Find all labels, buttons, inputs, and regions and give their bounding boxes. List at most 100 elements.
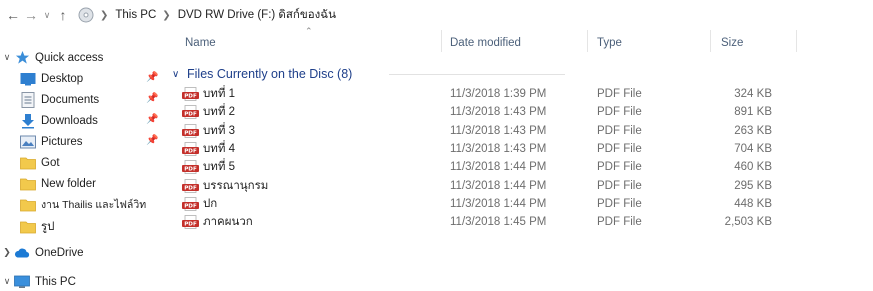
column-header-size[interactable]: Size (721, 29, 743, 57)
file-date-modified: 11/3/2018 1:43 PM (450, 143, 547, 156)
file-row[interactable]: PDF บทที่ 4 11/3/2018 1:43 PM PDF File 704 K… (182, 140, 802, 158)
breadcrumb-this-pc[interactable]: This PC (115, 9, 156, 21)
file-name: บทที่ 3 (203, 124, 236, 137)
file-size: 891 KB (734, 106, 772, 119)
column-divider[interactable] (710, 30, 711, 52)
nav-pictures[interactable]: Pictures 📌 (20, 131, 158, 152)
nav-quick-access[interactable]: ∨ Quick access (0, 47, 103, 68)
file-name-cell[interactable]: PDF บทที่ 3 (182, 122, 235, 140)
column-header-date[interactable]: Date modified (450, 29, 521, 57)
expand-chevron-icon[interactable]: ∨ (0, 276, 14, 287)
svg-text:PDF: PDF (184, 130, 197, 136)
file-name-cell[interactable]: PDF บทที่ 1 (182, 85, 235, 103)
folder-icon (20, 219, 36, 235)
file-name-cell[interactable]: PDF บทที่ 5 (182, 158, 235, 176)
file-row[interactable]: PDF บทที่ 3 11/3/2018 1:43 PM PDF File 263 K… (182, 122, 802, 140)
file-row[interactable]: PDF บทที่ 5 11/3/2018 1:44 PM PDF File 460 K… (182, 158, 802, 176)
folder-icon (20, 176, 36, 192)
file-size: 448 KB (734, 198, 772, 211)
file-size: 2,503 KB (724, 216, 772, 229)
onedrive-icon (14, 245, 30, 261)
nav-item-label: Downloads (41, 114, 98, 127)
file-date-modified: 11/3/2018 1:43 PM (450, 124, 547, 137)
column-divider[interactable] (587, 30, 588, 52)
up-arrow-icon[interactable]: ↑ (54, 5, 72, 25)
pdf-file-icon: PDF (182, 160, 199, 175)
column-divider[interactable] (441, 30, 442, 52)
nav-folder-picture-th[interactable]: รูป (20, 216, 54, 237)
file-name: บทที่ 4 (203, 143, 236, 156)
pdf-file-icon: PDF (182, 215, 199, 230)
pdf-file-icon: PDF (182, 197, 199, 211)
file-type: PDF File (597, 179, 642, 192)
file-type: PDF File (597, 198, 642, 211)
file-type: PDF File (597, 143, 642, 156)
file-name-cell[interactable]: PDF บทที่ 4 (182, 140, 235, 158)
nav-item-label: Quick access (35, 51, 104, 64)
nav-onedrive[interactable]: ❯ OneDrive (0, 242, 83, 263)
downloads-icon (20, 113, 36, 129)
nav-folder-new-folder[interactable]: New folder (20, 173, 96, 194)
group-collapse-chevron-icon[interactable]: ∨ (172, 69, 186, 80)
documents-icon (20, 91, 36, 108)
group-divider (389, 74, 565, 75)
group-header[interactable]: ∨ Files Currently on the Disc (8) (172, 64, 565, 84)
file-size: 704 KB (734, 143, 772, 156)
file-type: PDF File (597, 161, 642, 174)
file-type: PDF File (597, 106, 642, 119)
file-name-cell[interactable]: PDF บทที่ 2 (182, 103, 235, 121)
sort-caret-icon: ⌃ (305, 26, 313, 36)
collapse-chevron-icon[interactable]: ❯ (0, 247, 14, 258)
breadcrumb-dvd-drive[interactable]: DVD RW Drive (F:) ดิสก์ของฉัน (178, 6, 336, 24)
file-name: ปก (203, 198, 218, 211)
file-date-modified: 11/3/2018 1:43 PM (450, 106, 547, 119)
pdf-file-icon: PDF (182, 142, 199, 156)
file-date-modified: 11/3/2018 1:39 PM (450, 88, 547, 100)
file-type: PDF File (597, 216, 642, 229)
file-name-cell[interactable]: PDF ภาคผนวก (182, 213, 253, 231)
column-divider[interactable] (796, 30, 797, 52)
nav-desktop[interactable]: Desktop 📌 (20, 68, 158, 89)
nav-folder-got[interactable]: Got (20, 152, 60, 173)
forward-arrow-icon[interactable]: → (22, 5, 40, 25)
file-date-modified: 11/3/2018 1:44 PM (450, 161, 547, 174)
file-row[interactable]: PDF ปก 11/3/2018 1:44 PM PDF File 448 KB (182, 195, 802, 213)
svg-text:PDF: PDF (184, 149, 197, 155)
file-name: บทที่ 5 (203, 161, 236, 174)
nav-downloads[interactable]: Downloads 📌 (20, 110, 158, 131)
nav-documents[interactable]: Documents 📌 (20, 89, 158, 110)
nav-this-pc[interactable]: ∨ This PC (0, 271, 76, 291)
nav-item-label: Pictures (41, 135, 83, 148)
folder-icon (20, 197, 36, 213)
pin-icon: 📌 (146, 72, 159, 83)
pdf-file-icon: PDF (182, 87, 199, 101)
pin-icon: 📌 (146, 93, 159, 104)
file-size: 295 KB (734, 179, 772, 192)
star-icon (14, 50, 30, 66)
pin-icon: 📌 (146, 135, 159, 146)
address-bar: ← → ∨ ↑ ❯ This PC ❯ DVD RW Drive (F:) ดิ… (0, 0, 873, 30)
column-header-name[interactable]: Name (185, 29, 216, 57)
dvd-drive-icon (78, 7, 94, 23)
file-row[interactable]: PDF บทที่ 2 11/3/2018 1:43 PM PDF File 891 K… (182, 103, 802, 121)
nav-folder-thailis[interactable]: งาน Thailis และไฟล์วิท (20, 194, 146, 215)
group-title: Files Currently on the Disc (8) (187, 67, 353, 81)
file-row[interactable]: PDF บทที่ 1 11/3/2018 1:39 PM PDF File 324 K… (182, 85, 802, 103)
nav-item-label: This PC (35, 275, 76, 288)
svg-text:PDF: PDF (184, 204, 197, 210)
file-row[interactable]: PDF บรรณานุกรม 11/3/2018 1:44 PM PDF File 29… (182, 177, 802, 195)
file-date-modified: 11/3/2018 1:45 PM (450, 216, 547, 229)
expand-chevron-icon[interactable]: ∨ (0, 52, 14, 63)
column-header-type[interactable]: Type (597, 29, 622, 57)
recent-locations-chevron-icon[interactable]: ∨ (40, 5, 54, 25)
navigation-pane: ∨ Quick access Desktop 📌 Documents 📌 Dow… (0, 40, 172, 291)
desktop-icon (20, 71, 36, 87)
file-name-cell[interactable]: PDF ปก (182, 195, 217, 213)
svg-text:PDF: PDF (184, 167, 197, 173)
file-date-modified: 11/3/2018 1:44 PM (450, 179, 547, 192)
file-row[interactable]: PDF ภาคผนวก 11/3/2018 1:45 PM PDF File 2,503… (182, 213, 802, 231)
back-arrow-icon[interactable]: ← (4, 5, 22, 25)
file-type: PDF File (597, 124, 642, 137)
nav-item-label: Desktop (41, 72, 84, 85)
file-name-cell[interactable]: PDF บรรณานุกรม (182, 177, 268, 195)
